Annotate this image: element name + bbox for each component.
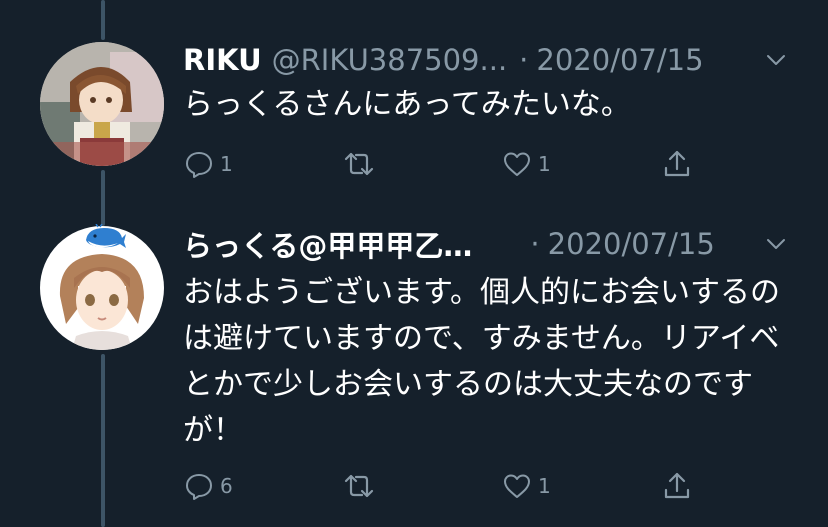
display-name[interactable]: らっくる@甲甲甲乙… — [183, 223, 472, 265]
reply-button[interactable]: 6 — [183, 468, 233, 504]
tweet-actions: 6 1 — [183, 468, 703, 504]
share-button[interactable] — [661, 146, 693, 182]
tweet-actions: 1 1 — [183, 146, 703, 182]
tweet-1[interactable]: RIKU @RIKU387509... · 2020/07/15 らっくるさんに… — [0, 0, 828, 200]
share-icon — [664, 472, 690, 499]
reply-button[interactable]: 1 — [183, 146, 233, 182]
like-button[interactable]: 1 — [501, 468, 551, 504]
retweet-icon — [344, 152, 374, 176]
separator-dot: · — [530, 227, 540, 261]
reply-count: 1 — [220, 152, 233, 176]
user-handle[interactable]: @RIKU387509... — [272, 43, 508, 77]
tweet-header: らっくる@甲甲甲乙… · 2020/07/15 — [183, 224, 788, 264]
tweet-date[interactable]: 2020/07/15 — [536, 43, 703, 77]
chevron-down-icon[interactable] — [764, 48, 788, 72]
like-count: 1 — [538, 152, 551, 176]
retweet-button[interactable] — [343, 146, 380, 182]
reply-icon — [186, 474, 212, 500]
separator-dot: · — [519, 43, 529, 77]
tweet-2[interactable]: らっくる@甲甲甲乙… · 2020/07/15 おはようございます。個人的にお会… — [0, 200, 828, 527]
reply-icon — [186, 152, 212, 178]
like-count: 1 — [538, 474, 551, 498]
heart-icon — [504, 474, 530, 498]
tweet-date[interactable]: 2020/07/15 — [548, 227, 715, 261]
retweet-button[interactable] — [343, 468, 380, 504]
reply-count: 6 — [220, 474, 233, 498]
avatar[interactable] — [40, 42, 164, 166]
whale-icon — [86, 224, 126, 248]
tweet-text: らっくるさんにあってみたいな。 — [183, 87, 631, 122]
anime-character-avatar-icon — [40, 42, 164, 166]
chevron-down-icon[interactable] — [764, 232, 788, 256]
tweet-header: RIKU @RIKU387509... · 2020/07/15 — [183, 40, 788, 80]
heart-icon — [504, 152, 530, 176]
tweet-text: おはようございます。個人的にお会いするのは避けていますので、すみません。リアイベ… — [183, 275, 780, 448]
share-icon — [664, 150, 690, 177]
share-button[interactable] — [661, 468, 693, 504]
retweet-icon — [344, 474, 374, 498]
like-button[interactable]: 1 — [501, 146, 551, 182]
display-name[interactable]: RIKU — [183, 43, 262, 77]
